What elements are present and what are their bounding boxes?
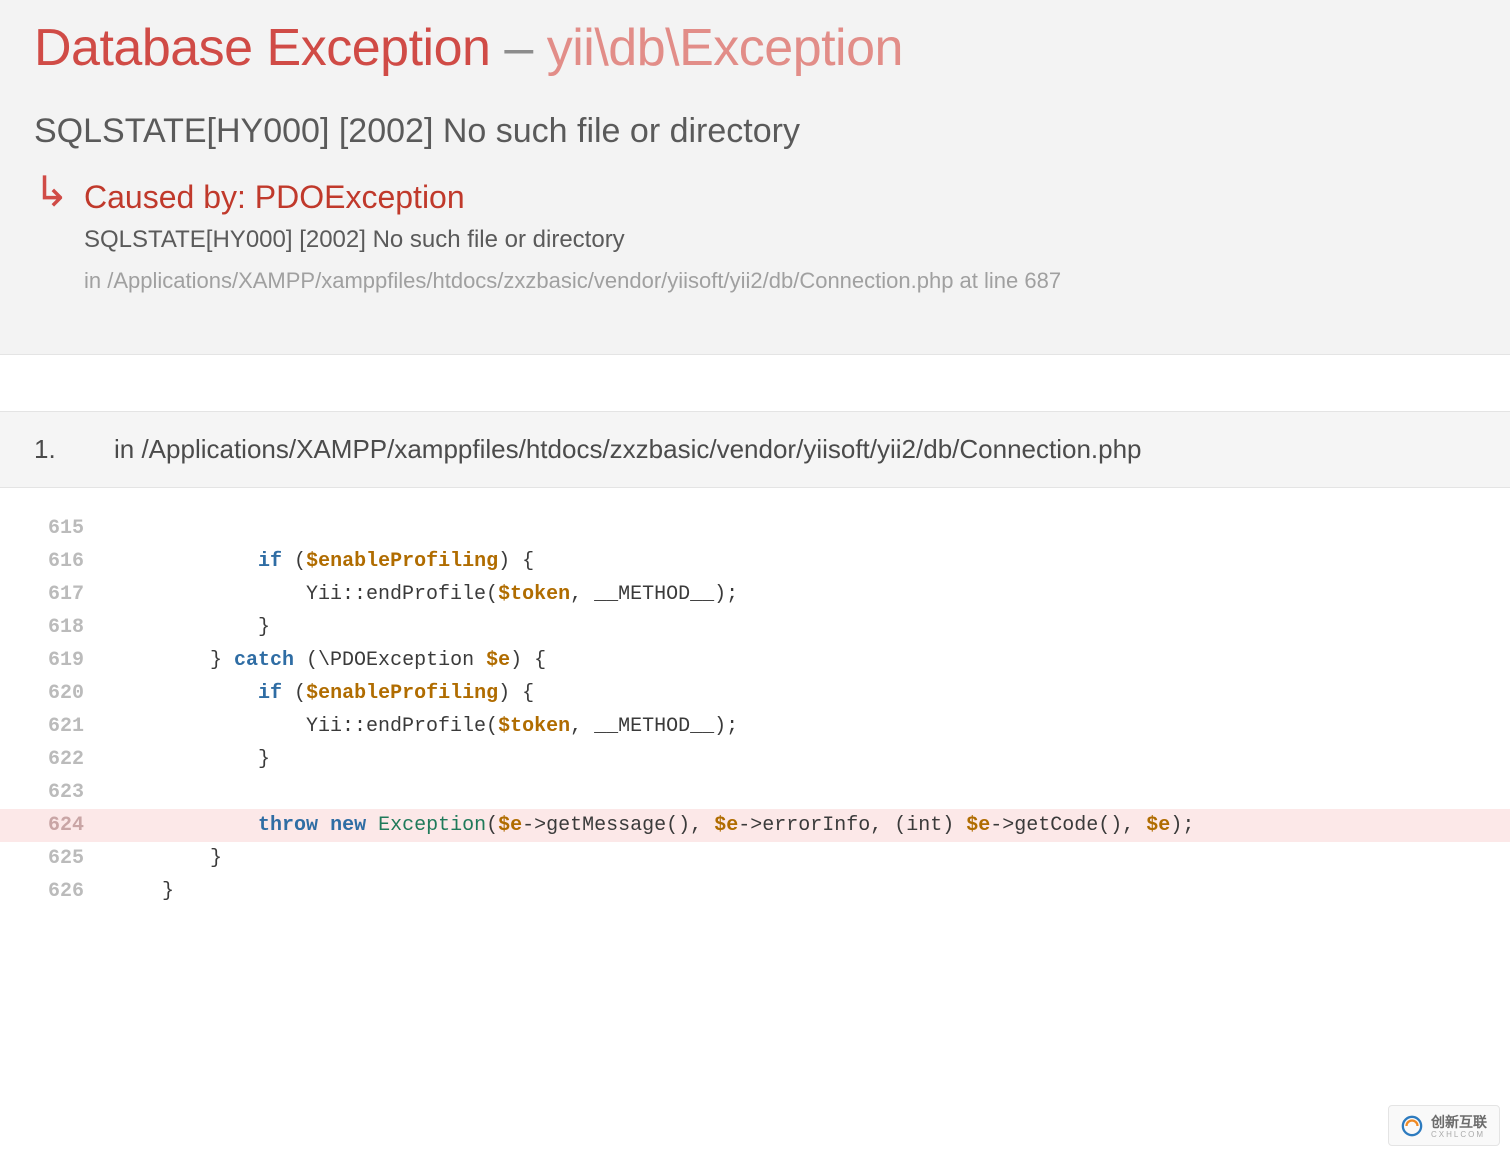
- line-content: } catch (\PDOException $e) {: [114, 644, 1510, 677]
- caused-by-message: SQLSTATE[HY000] [2002] No such file or d…: [84, 226, 1476, 254]
- caused-by-block: ↳ Caused by: PDOException SQLSTATE[HY000…: [34, 179, 1476, 294]
- line-number: 625: [0, 842, 114, 875]
- code-line: 626 }: [0, 875, 1510, 908]
- exception-header: Database Exception – yii\db\Exception SQ…: [0, 0, 1510, 355]
- code-line: 618 }: [0, 611, 1510, 644]
- code-line: 620 if ($enableProfiling) {: [0, 677, 1510, 710]
- line-content: }: [114, 611, 1510, 644]
- code-line: 617 Yii::endProfile($token, __METHOD__);: [0, 578, 1510, 611]
- code-line: 615: [0, 512, 1510, 545]
- watermark-subtext: CXHLCOM: [1431, 1130, 1487, 1139]
- code-line: 625 }: [0, 842, 1510, 875]
- line-content: throw new Exception($e->getMessage(), $e…: [114, 809, 1510, 842]
- line-content: [114, 776, 1510, 809]
- caused-by-arrow-icon: ↳: [34, 171, 69, 213]
- trace-index: 1.: [34, 434, 114, 465]
- watermark-badge: 创新互联 CXHLCOM: [1388, 1105, 1500, 1146]
- line-content: Yii::endProfile($token, __METHOD__);: [114, 710, 1510, 743]
- title-dash: –: [504, 19, 532, 77]
- watermark-text-wrap: 创新互联 CXHLCOM: [1431, 1112, 1487, 1139]
- exception-message: SQLSTATE[HY000] [2002] No such file or d…: [34, 112, 1476, 151]
- line-content: if ($enableProfiling) {: [114, 677, 1510, 710]
- line-content: }: [114, 875, 1510, 908]
- line-number: 626: [0, 875, 114, 908]
- trace-file-path: in /Applications/XAMPP/xamppfiles/htdocs…: [114, 434, 1142, 465]
- code-line: 621 Yii::endProfile($token, __METHOD__);: [0, 710, 1510, 743]
- exception-class-link[interactable]: yii\db\Exception: [547, 19, 903, 77]
- stack-trace: 1. in /Applications/XAMPP/xamppfiles/htd…: [0, 411, 1510, 918]
- line-number: 615: [0, 512, 114, 545]
- code-line: 623: [0, 776, 1510, 809]
- trace-item-header[interactable]: 1. in /Applications/XAMPP/xamppfiles/htd…: [0, 411, 1510, 488]
- line-content: if ($enableProfiling) {: [114, 545, 1510, 578]
- line-content: [114, 512, 1510, 545]
- line-content: }: [114, 743, 1510, 776]
- caused-by-title: Caused by: PDOException: [84, 179, 1476, 216]
- line-content: Yii::endProfile($token, __METHOD__);: [114, 578, 1510, 611]
- line-number: 621: [0, 710, 114, 743]
- line-number: 618: [0, 611, 114, 644]
- exception-title: Database Exception – yii\db\Exception: [34, 18, 1476, 78]
- code-line: 622 }: [0, 743, 1510, 776]
- code-line: 616 if ($enableProfiling) {: [0, 545, 1510, 578]
- watermark-logo-icon: [1401, 1115, 1423, 1137]
- code-line: 624 throw new Exception($e->getMessage()…: [0, 809, 1510, 842]
- watermark-text: 创新互联: [1431, 1114, 1487, 1130]
- code-line: 619 } catch (\PDOException $e) {: [0, 644, 1510, 677]
- caused-by-location: in /Applications/XAMPP/xamppfiles/htdocs…: [84, 268, 1476, 294]
- source-code-block: 615616 if ($enableProfiling) {617 Yii::e…: [0, 488, 1510, 918]
- line-number: 623: [0, 776, 114, 809]
- line-number: 619: [0, 644, 114, 677]
- line-content: }: [114, 842, 1510, 875]
- line-number: 617: [0, 578, 114, 611]
- line-number: 616: [0, 545, 114, 578]
- line-number: 622: [0, 743, 114, 776]
- line-number: 624: [0, 809, 114, 842]
- line-number: 620: [0, 677, 114, 710]
- exception-name: Database Exception: [34, 19, 490, 77]
